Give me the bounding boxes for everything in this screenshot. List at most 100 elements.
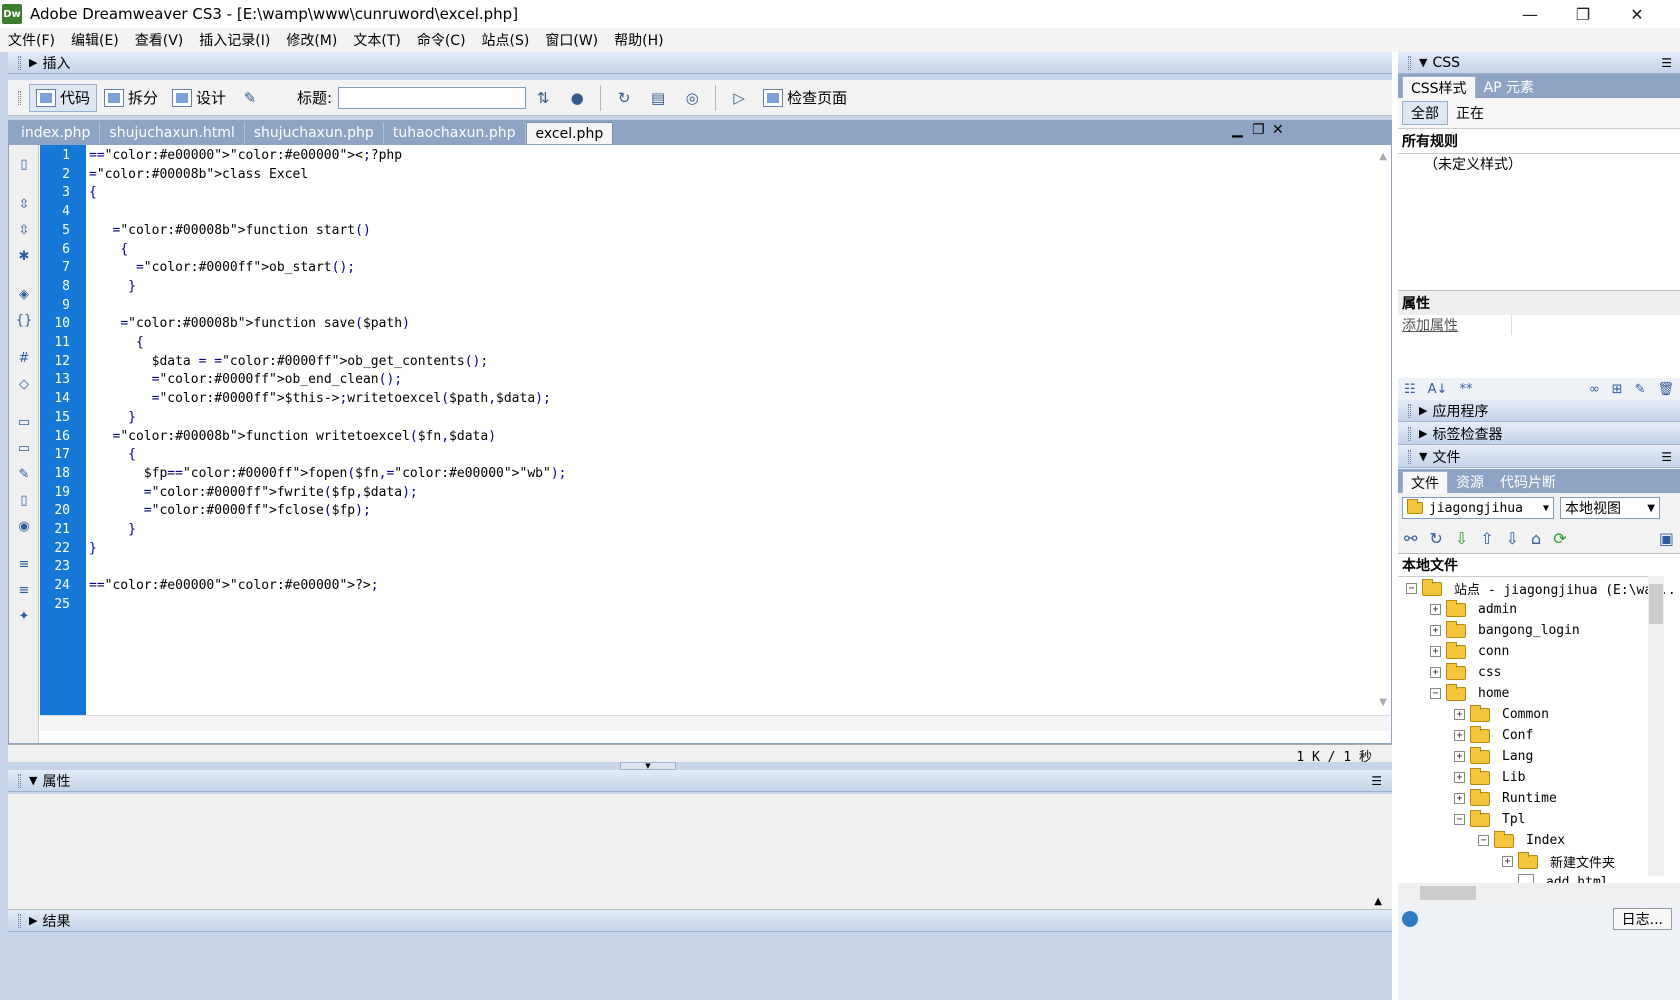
menu-item-0[interactable]: 文件(F): [0, 30, 63, 50]
code-line[interactable]: ="color:#0000ff">ob_start();: [89, 260, 355, 275]
get-files-icon[interactable]: ⇩: [1455, 529, 1468, 548]
expand-icon[interactable]: +: [1454, 751, 1465, 762]
tree-item[interactable]: − Tpl: [1454, 809, 1525, 830]
tree-item[interactable]: − Index: [1478, 830, 1565, 851]
tab-assets[interactable]: 资源: [1448, 471, 1492, 493]
panel-options-icon[interactable]: ☰: [1371, 774, 1382, 788]
tab-snippets[interactable]: 代码片断: [1492, 471, 1564, 493]
collapse-icon[interactable]: −: [1454, 814, 1465, 825]
expand-icon[interactable]: +: [1454, 793, 1465, 804]
grip-icon[interactable]: [1408, 449, 1411, 464]
code-line[interactable]: ="color:#00008b">function start(): [89, 223, 370, 238]
undefined-style-item[interactable]: （未定义样式）: [1398, 154, 1680, 174]
design-view-button[interactable]: 设计: [165, 84, 233, 112]
code-line[interactable]: =="color:#e00000">"color:#e00000">?>;: [89, 578, 379, 593]
minimize-button[interactable]: —: [1507, 0, 1553, 28]
code-line[interactable]: {: [89, 447, 136, 462]
recent-snippets-icon[interactable]: ▯: [15, 493, 33, 509]
tree-item[interactable]: + bangong_login: [1430, 620, 1580, 641]
code-line[interactable]: }: [89, 541, 97, 556]
visual-aids-icon[interactable]: ◎: [681, 87, 703, 109]
refresh-icon[interactable]: ↻: [1429, 529, 1442, 548]
view-select[interactable]: 本地视图 ▼: [1560, 497, 1660, 519]
scroll-thumb[interactable]: [1420, 886, 1476, 900]
collapse-icon[interactable]: −: [1406, 583, 1417, 594]
expand-icon[interactable]: +: [1430, 646, 1441, 657]
grip-icon[interactable]: [18, 913, 21, 928]
code-editor[interactable]: ▯ ⇳ ⇳ ✱ ◈ {} # ◇ ▭ ▭ ✎ ▯ ◉ ≡ ≡ ✦ 1234567…: [8, 144, 1392, 744]
results-panel-header[interactable]: ▶ 结果: [8, 910, 1392, 932]
restore-button[interactable]: ❐: [1560, 0, 1606, 28]
format-source-icon[interactable]: ✦: [15, 609, 33, 625]
add-property-link[interactable]: 添加属性: [1398, 315, 1512, 335]
page-title-input[interactable]: [338, 86, 527, 109]
expand-panel-icon[interactable]: ▣: [1659, 529, 1674, 548]
css-panel-header[interactable]: ▼ CSS ☰: [1398, 52, 1680, 74]
code-view-button[interactable]: 代码: [29, 83, 98, 112]
highlight-invalid-icon[interactable]: ◇: [15, 377, 33, 393]
tree-vertical-scrollbar[interactable]: [1648, 576, 1664, 876]
new-rule-icon[interactable]: ⊞: [1612, 382, 1623, 397]
menu-item-9[interactable]: 帮助(H): [606, 30, 671, 50]
collapse-icon[interactable]: −: [1430, 688, 1441, 699]
tree-horizontal-scrollbar[interactable]: [1398, 883, 1680, 903]
tree-item[interactable]: + admin: [1430, 599, 1517, 620]
doc-tab[interactable]: shujuchaxun.php: [245, 122, 384, 144]
move-css-icon[interactable]: ◉: [15, 519, 33, 535]
expand-icon[interactable]: +: [1430, 625, 1441, 636]
doc-tab[interactable]: index.php: [12, 122, 101, 144]
collapse-tag-icon[interactable]: ⇳: [15, 197, 33, 213]
menu-item-5[interactable]: 文本(T): [345, 30, 408, 50]
code-line[interactable]: ="color:#00008b">function writetoexcel($…: [89, 429, 496, 444]
code-line[interactable]: }: [89, 410, 136, 425]
scroll-thumb[interactable]: [1649, 584, 1663, 624]
tree-item[interactable]: + Runtime: [1454, 788, 1557, 809]
collapse-selection-icon[interactable]: ⇳: [15, 223, 33, 239]
code-line[interactable]: ="color:#0000ff">ob_end_clean();: [89, 372, 402, 387]
close-button[interactable]: ✕: [1614, 0, 1660, 28]
refresh-icon[interactable]: ↻: [613, 87, 635, 109]
doc-tab[interactable]: tuhaochaxun.php: [384, 122, 526, 144]
tab-ap-elements[interactable]: AP 元素: [1476, 76, 1542, 98]
tree-item[interactable]: + 新建文件夹: [1502, 851, 1615, 872]
grip-icon[interactable]: [1408, 403, 1411, 418]
set-properties-icon[interactable]: **: [1459, 382, 1472, 397]
minimize-doc-icon[interactable]: ▁: [1232, 122, 1243, 138]
tree-item[interactable]: + Lib: [1454, 767, 1525, 788]
scroll-up-icon[interactable]: ▲: [1379, 151, 1387, 162]
code-line[interactable]: }: [89, 279, 136, 294]
insert-panel-header[interactable]: ▶ 插入: [8, 52, 1392, 74]
grip-icon[interactable]: [1408, 426, 1411, 441]
live-data-icon[interactable]: ✎: [239, 87, 261, 109]
scroll-down-icon[interactable]: ▼: [1379, 697, 1387, 708]
tree-item[interactable]: + Common: [1454, 704, 1549, 725]
expand-icon[interactable]: +: [1454, 772, 1465, 783]
preview-browser-icon[interactable]: ●: [566, 87, 588, 109]
code-line[interactable]: }: [89, 522, 136, 537]
panel-options-icon[interactable]: ☰: [1661, 56, 1672, 70]
menu-item-7[interactable]: 站点(S): [474, 30, 538, 50]
code-line[interactable]: ="color:#0000ff">$this->;writetoexcel($p…: [89, 391, 551, 406]
check-out-icon[interactable]: ⇩: [1506, 529, 1519, 548]
menu-item-3[interactable]: 插入记录(I): [191, 30, 278, 50]
expand-all-icon[interactable]: ✱: [15, 249, 33, 265]
open-documents-icon[interactable]: ▯: [15, 157, 33, 173]
balance-braces-icon[interactable]: {}: [15, 313, 33, 329]
line-numbers-icon[interactable]: #: [15, 351, 33, 367]
code-line[interactable]: {: [89, 335, 144, 350]
expand-icon[interactable]: +: [1454, 730, 1465, 741]
check-in-icon[interactable]: ⌂: [1531, 529, 1541, 548]
tag-inspector-header[interactable]: ▶ 标签检查器: [1398, 423, 1680, 445]
tree-item[interactable]: − home: [1430, 683, 1509, 704]
expand-icon[interactable]: +: [1430, 604, 1441, 615]
grip-icon[interactable]: [1408, 55, 1411, 70]
doc-tab[interactable]: shujuchaxun.html: [100, 122, 245, 144]
horizontal-scrollbar[interactable]: [40, 715, 1390, 731]
validate-markup-icon[interactable]: ▷: [728, 87, 750, 109]
code-line[interactable]: {: [89, 185, 97, 200]
tree-item[interactable]: + css: [1430, 662, 1501, 683]
menu-item-2[interactable]: 查看(V): [127, 30, 192, 50]
code-line[interactable]: {: [89, 242, 128, 257]
files-panel-header[interactable]: ▼ 文件 ☰: [1398, 446, 1680, 468]
remove-comment-icon[interactable]: ▭: [15, 441, 33, 457]
